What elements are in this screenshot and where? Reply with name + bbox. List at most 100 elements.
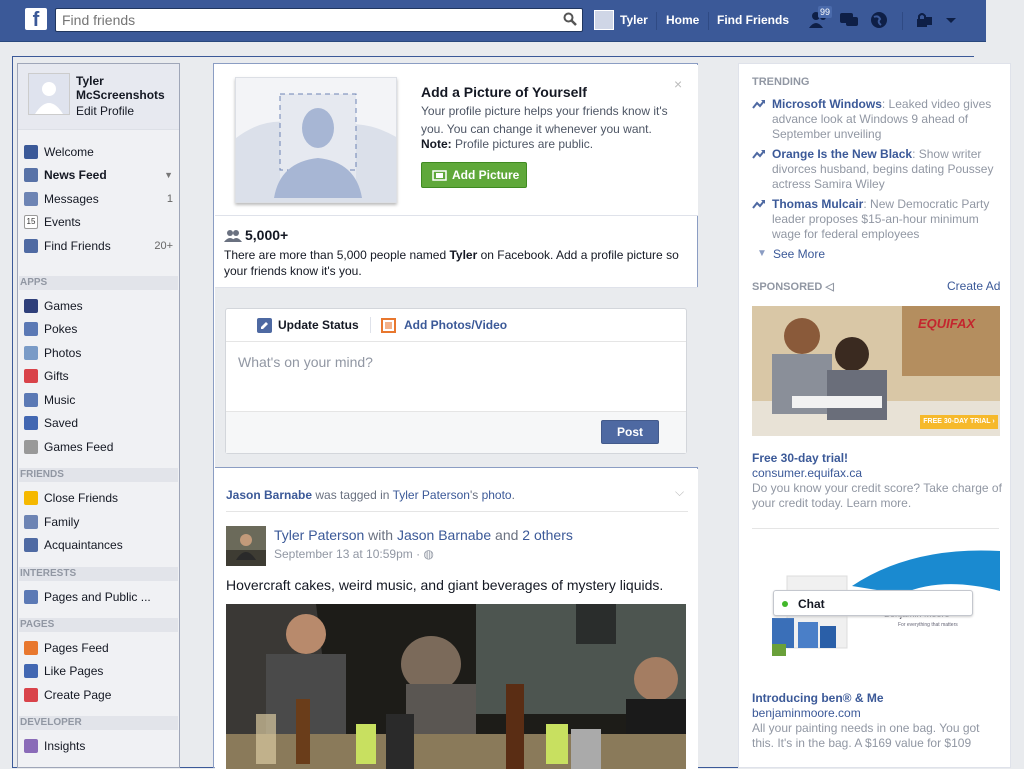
equifax-logo: EQUIFAX <box>918 316 976 331</box>
profile-name[interactable]: Tyler McScreenshots <box>76 74 176 102</box>
composer-footer: Post <box>226 411 686 453</box>
pencil-icon <box>257 318 272 333</box>
user-avatar[interactable] <box>594 10 614 30</box>
sidebar-item-label: Welcome <box>44 145 94 159</box>
sidebar-item-saved[interactable]: Saved <box>22 413 177 433</box>
profile-link[interactable]: Tyler <box>620 13 648 27</box>
chevron-down-icon[interactable]: ▼ <box>164 165 173 185</box>
name-count: 5,000+ <box>245 227 289 243</box>
note-label: Note: <box>421 137 452 151</box>
sidebar-item-label: Pokes <box>44 322 78 336</box>
tab-update-status[interactable]: Update Status <box>278 318 359 332</box>
tagged-user-link[interactable]: Jason Barnabe <box>226 488 312 502</box>
trending-title[interactable]: Orange Is the New Black <box>772 147 912 161</box>
trending-arrow-icon <box>752 100 765 109</box>
sidebar-item-gifts[interactable]: Gifts <box>22 366 177 386</box>
find-friends-icon <box>24 239 38 253</box>
sidebar-item-music[interactable]: Music <box>22 390 177 410</box>
sidebar-item-label: Close Friends <box>44 491 119 505</box>
story-options-chevron-icon[interactable]: ⌵ <box>675 485 684 500</box>
ad-url[interactable]: benjaminmoore.com <box>752 706 861 720</box>
profile-picture[interactable] <box>28 73 70 115</box>
sidebar-item-events[interactable]: 15 Events <box>22 212 177 232</box>
home-link[interactable]: Home <box>666 13 699 27</box>
sidebar-item-games-feed[interactable]: Games Feed <box>22 437 177 457</box>
with-user-link[interactable]: Jason Barnabe <box>397 527 491 543</box>
sidebar-item-find-friends[interactable]: Find Friends 20+ <box>22 236 177 256</box>
privacy-lock-icon[interactable] <box>914 10 936 30</box>
sidebar-item-close-friends[interactable]: Close Friends <box>22 488 177 508</box>
pokes-icon <box>24 322 38 336</box>
sidebar-item-pokes[interactable]: Pokes <box>22 319 177 339</box>
ad-url[interactable]: consumer.equifax.ca <box>752 466 862 480</box>
sidebar-item-news-feed[interactable]: News Feed ▼ <box>22 165 177 185</box>
sidebar-item-photos[interactable]: Photos <box>22 343 177 363</box>
author-link[interactable]: Tyler Paterson <box>274 527 364 543</box>
gifts-icon <box>24 369 38 383</box>
context-text: was tagged in <box>312 488 393 502</box>
post-button[interactable]: Post <box>601 420 659 444</box>
games-icon <box>24 299 38 313</box>
tab-add-photos[interactable]: Add Photos/Video <box>404 318 507 332</box>
others-link[interactable]: 2 others <box>522 527 573 543</box>
games-feed-icon <box>24 440 38 454</box>
ad-title[interactable]: Introducing ben® & Me <box>752 691 884 705</box>
story-timestamp[interactable]: September 13 at 10:59pm · ◍ <box>274 547 434 561</box>
find-friends-link[interactable]: Find Friends <box>717 13 789 27</box>
trending-title[interactable]: Thomas Mulcair <box>772 197 863 211</box>
feed-story: Jason Barnabe was tagged in Tyler Paters… <box>215 469 698 769</box>
events-icon: 15 <box>24 215 38 229</box>
photo-link[interactable]: photo <box>482 488 512 502</box>
ad-description: Do you know your credit score? Take char… <box>752 481 1002 510</box>
sidebar-item-like-pages[interactable]: Like Pages <box>22 661 177 681</box>
sidebar-item-insights[interactable]: Insights <box>22 736 177 756</box>
status-input[interactable]: What's on your mind? <box>226 341 686 411</box>
notifications-globe-icon[interactable] <box>868 10 890 30</box>
photos-icon <box>24 346 38 360</box>
sidebar-item-messages[interactable]: Messages 1 <box>22 189 177 209</box>
search-input[interactable] <box>55 8 583 32</box>
sidebar-item-acquaintances[interactable]: Acquaintances <box>22 535 177 555</box>
pages-public-icon <box>24 590 38 604</box>
ad-title[interactable]: Free 30-day trial! <box>752 451 848 465</box>
trending-title[interactable]: Microsoft Windows <box>772 97 882 111</box>
author-avatar[interactable] <box>226 526 266 566</box>
close-icon[interactable]: × <box>674 76 682 92</box>
like-pages-icon <box>24 664 38 678</box>
create-page-icon <box>24 688 38 702</box>
story-photo[interactable] <box>226 604 686 769</box>
name-info-card: 5,000+ There are more than 5,000 people … <box>215 216 698 288</box>
profile-summary: Tyler McScreenshots Edit Profile <box>18 64 179 130</box>
add-picture-button[interactable]: Add Picture <box>421 162 527 188</box>
trending-item[interactable]: Microsoft Windows: Leaked video gives ad… <box>752 97 1002 142</box>
find-friends-count: 20+ <box>154 240 173 252</box>
chat-tab[interactable]: Chat <box>773 590 973 616</box>
create-ad-link[interactable]: Create Ad <box>947 279 1000 293</box>
sidebar-item-family[interactable]: Family <box>22 512 177 532</box>
search-icon[interactable] <box>563 12 577 26</box>
left-sidebar: Tyler McScreenshots Edit Profile Welcome… <box>17 63 180 768</box>
section-header-interests: INTERESTS <box>19 567 178 581</box>
sidebar-item-label: Photos <box>44 346 82 360</box>
owner-link[interactable]: Tyler Paterson <box>393 488 470 502</box>
messages-icon[interactable] <box>838 10 860 30</box>
divider <box>708 12 709 30</box>
saved-icon <box>24 416 38 430</box>
divider <box>752 528 999 529</box>
trending-item[interactable]: Thomas Mulcair: New Democratic Party lea… <box>752 197 1002 242</box>
sidebar-item-pages-public[interactable]: Pages and Public ... <box>22 587 177 607</box>
equifax-ad-image[interactable]: EQUIFAX FREE 30-DAY TRIAL › <box>752 306 1000 436</box>
sidebar-item-label: Pages Feed <box>44 641 109 655</box>
sidebar-item-welcome[interactable]: Welcome <box>22 142 177 162</box>
chevron-down-icon[interactable] <box>940 10 962 30</box>
right-sidebar: TRENDING Microsoft Windows: Leaked video… <box>738 63 1011 768</box>
sidebar-item-create-page[interactable]: Create Page <box>22 685 177 705</box>
see-more-link[interactable]: ▼ See More <box>757 247 825 261</box>
trending-item[interactable]: Orange Is the New Black: Show writer div… <box>752 147 1002 192</box>
status-composer: Update Status Add Photos/Video What's on… <box>225 308 687 454</box>
edit-profile-link[interactable]: Edit Profile <box>76 104 134 118</box>
sidebar-item-pages-feed[interactable]: Pages Feed <box>22 638 177 658</box>
facebook-logo-icon[interactable]: f <box>25 8 47 31</box>
sidebar-item-games[interactable]: Games <box>22 296 177 316</box>
chevron-down-icon: ▼ <box>757 248 767 259</box>
